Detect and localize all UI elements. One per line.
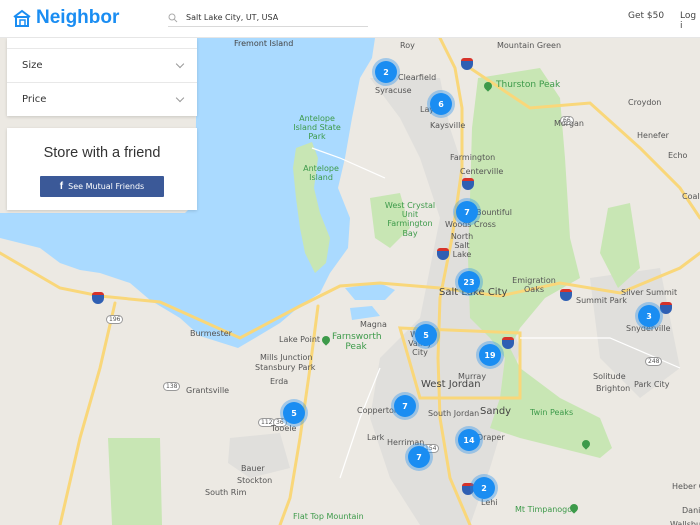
place-label: Sandy [480, 406, 512, 417]
filter-panel-top [7, 38, 197, 48]
place-label: Kaysville [430, 121, 466, 130]
route-138-badge: 138 [163, 382, 181, 391]
login-link[interactable]: Log i [680, 11, 700, 31]
listing-cluster-marker[interactable]: 5 [283, 402, 305, 424]
filter-price-dropdown[interactable]: Price [7, 82, 197, 116]
listing-cluster-marker[interactable]: 2 [375, 61, 397, 83]
place-label: Antelope Island [303, 164, 339, 183]
place-label: Draper [477, 433, 505, 442]
place-label: Stansbury Park [255, 363, 316, 372]
place-label: Farnsworth Peak [332, 332, 382, 353]
place-label: Morgan [554, 119, 584, 128]
filter-size-label: Size [22, 60, 43, 71]
place-label: Thurston Peak [496, 80, 561, 90]
place-label: Copperton [357, 406, 399, 415]
listing-cluster-marker[interactable]: 23 [458, 271, 480, 293]
button-label: See Mutual Friends [68, 182, 145, 191]
interstate-15-shield [462, 178, 474, 190]
place-label: North Salt Lake [450, 232, 474, 260]
place-label: Centerville [460, 167, 504, 176]
listing-cluster-marker[interactable]: 5 [415, 324, 437, 346]
place-label: Syracuse [375, 86, 412, 95]
place-label: West Jordan [421, 379, 481, 390]
route-196-badge: 196 [106, 315, 124, 324]
place-label: Clearfield [398, 73, 437, 82]
listing-cluster-marker[interactable]: 3 [638, 305, 660, 327]
get-50-link[interactable]: Get $50 [628, 11, 664, 21]
place-label: Bountiful [476, 208, 512, 217]
place-label: Farmington [450, 153, 496, 162]
interstate-215-shield [502, 337, 514, 349]
place-label: South Jordan [428, 409, 480, 418]
place-label: Mt Timpanogos [515, 505, 577, 514]
place-label: Grantsville [186, 386, 230, 395]
place-label: Twin Peaks [530, 408, 574, 417]
place-label: Brighton [596, 384, 631, 393]
place-label: West Crystal Unit Farmington Bay [384, 201, 436, 238]
route-248-badge: 248 [645, 357, 663, 366]
listing-cluster-marker[interactable]: 6 [430, 93, 452, 115]
top-navigation-bar: Neighbor Salt Lake City, UT, USA Get $50… [0, 0, 700, 38]
place-label: Flat Top Mountain [293, 512, 364, 521]
place-label: Lark [367, 433, 385, 442]
chevron-down-icon [175, 93, 185, 102]
place-label: Echo [668, 151, 688, 160]
interstate-80-shield [560, 289, 572, 301]
search-icon [168, 13, 178, 22]
place-label: Magna [360, 320, 387, 329]
store-with-friend-card: Store with a friend f See Mutual Friends [7, 128, 197, 210]
place-label: Mountain Green [497, 41, 562, 50]
listing-cluster-marker[interactable]: 14 [458, 429, 480, 451]
brand-name: Neighbor [36, 7, 120, 28]
facebook-icon: f [59, 181, 64, 192]
place-label: Tooele [271, 424, 297, 433]
location-search-input[interactable]: Salt Lake City, UT, USA [168, 9, 368, 27]
listing-cluster-marker[interactable]: 7 [394, 395, 416, 417]
place-label: Emigration Oaks [512, 276, 556, 295]
place-label: Park City [634, 380, 670, 389]
place-label: South Rim [205, 488, 247, 497]
place-label: Henefer [637, 131, 669, 140]
place-label: Silver Summit [621, 288, 678, 297]
place-label: Roy [400, 41, 415, 50]
place-label: Croydon [628, 98, 662, 107]
place-label: Coalville [682, 192, 700, 201]
place-label: Daniel [682, 506, 700, 515]
interstate-80-shield [92, 292, 104, 304]
place-label: Bauer [241, 464, 265, 473]
place-label: Antelope Island State Park [293, 114, 341, 142]
place-label: Mills Junction [260, 353, 313, 362]
house-icon [13, 9, 31, 27]
place-label: Burmester [190, 329, 232, 338]
brand-logo[interactable]: Neighbor [12, 7, 119, 29]
place-label: Fremont Island [234, 39, 294, 48]
listing-cluster-marker[interactable]: 2 [473, 477, 495, 499]
listing-cluster-marker[interactable]: 7 [408, 446, 430, 468]
listing-cluster-marker[interactable]: 7 [456, 201, 478, 223]
chevron-down-icon [175, 59, 185, 68]
promo-title: Store with a friend [43, 145, 161, 161]
place-label: Erda [270, 377, 289, 386]
place-label: Heber City [672, 482, 700, 491]
place-label: Summit Park [576, 296, 627, 305]
filter-price-label: Price [22, 94, 47, 105]
place-label: Solitude [593, 372, 626, 381]
place-label: Wallsburg [670, 520, 700, 525]
interstate-84-shield [461, 58, 473, 70]
see-mutual-friends-button[interactable]: f See Mutual Friends [40, 176, 164, 197]
listing-cluster-marker[interactable]: 19 [479, 344, 501, 366]
interstate-80-shield [660, 302, 672, 314]
filter-size-dropdown[interactable]: Size [7, 48, 197, 82]
place-label: Stockton [237, 476, 273, 485]
search-value: Salt Lake City, UT, USA [186, 13, 279, 22]
filter-panel: Size Price [7, 38, 197, 116]
place-label: Lehi [481, 498, 498, 507]
place-label: Lake Point [279, 335, 321, 344]
